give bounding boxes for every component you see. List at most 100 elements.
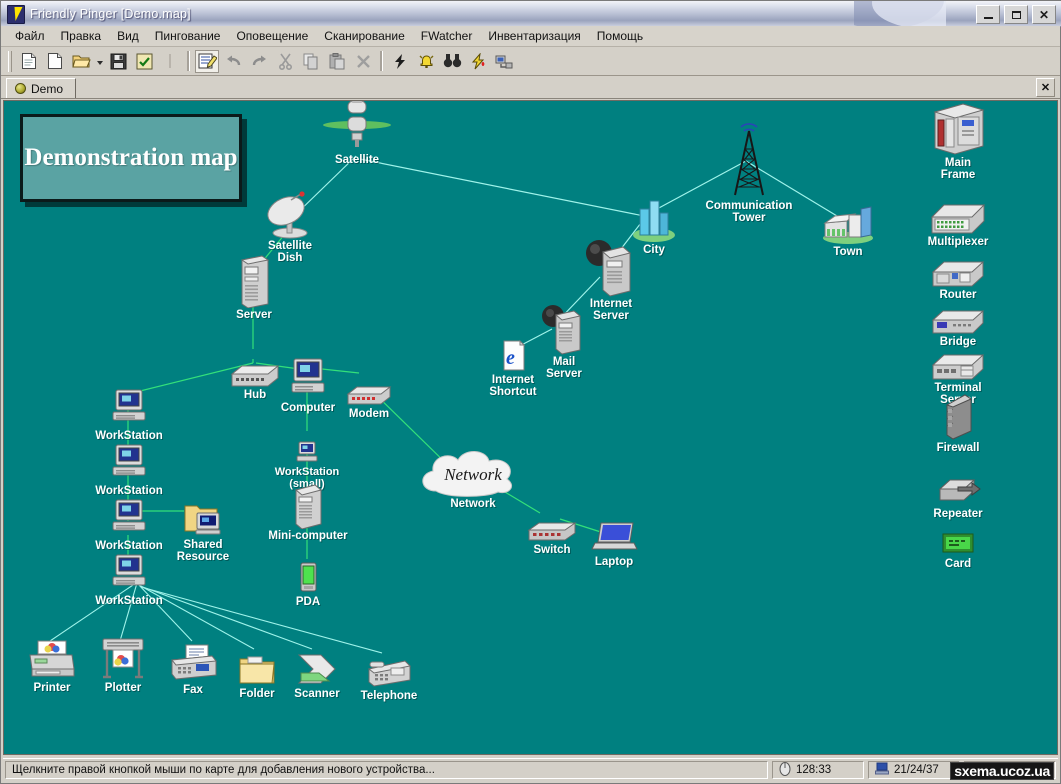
map-node-modem[interactable]: Modem: [321, 363, 417, 420]
menu-item-fwatcher[interactable]: FWatcher: [413, 27, 481, 45]
open-folder-icon[interactable]: [69, 50, 93, 73]
properties-icon[interactable]: [158, 50, 182, 73]
cut-icon[interactable]: [273, 50, 297, 73]
toolbar-separator: [187, 51, 190, 71]
title-bar: Friendly Pinger [Demo.map] ✕: [1, 1, 1061, 27]
menu-item-alerting[interactable]: Оповещение: [228, 27, 316, 45]
menu-item-inventory[interactable]: Инвентаризация: [480, 27, 588, 45]
menu-item-help[interactable]: Помощь: [589, 27, 651, 45]
alert-bell-icon[interactable]: [414, 50, 438, 73]
map-node-label: Communication Tower: [701, 200, 797, 224]
save-icon[interactable]: [106, 50, 130, 73]
delete-icon[interactable]: [351, 50, 375, 73]
town-icon: [800, 201, 896, 245]
save-checked-icon[interactable]: [132, 50, 156, 73]
router-icon: [910, 244, 1006, 288]
palette-item-label: Main Frame: [910, 157, 1006, 181]
status-mouse-panel: 128:33: [772, 761, 864, 779]
scan-lightning-icon[interactable]: [466, 50, 490, 73]
olive-dot-icon: [15, 83, 26, 94]
map-node-workstation-small[interactable]: WorkStation (small): [259, 421, 355, 490]
window-controls: ✕: [976, 5, 1056, 24]
tab-label: Demo: [31, 82, 63, 96]
close-button[interactable]: ✕: [1032, 5, 1056, 24]
tab-demo[interactable]: Demo: [6, 78, 76, 98]
workstation-icon: [81, 385, 177, 429]
tab-close-button[interactable]: ✕: [1036, 78, 1055, 97]
open-dropdown-icon[interactable]: [94, 50, 105, 73]
palette-item-main-frame[interactable]: Main Frame: [910, 112, 1006, 181]
map-node-label: PDA: [260, 596, 356, 608]
maximize-button[interactable]: [1004, 5, 1028, 24]
map-node-label: Shared Resource: [155, 539, 251, 563]
multiplexer-icon: [910, 191, 1006, 235]
map-node-communication-tower[interactable]: Communication Tower: [701, 155, 797, 224]
map-node-label: Telephone: [341, 690, 437, 702]
network-cloud-text: Network: [408, 465, 538, 485]
map-node-label: Modem: [321, 408, 417, 420]
titlebar-swoosh-decoration: [854, 1, 946, 26]
map-node-city[interactable]: City: [606, 199, 702, 256]
mini-computer-icon: [260, 485, 356, 529]
undo-icon[interactable]: [221, 50, 245, 73]
toolbar-grip[interactable]: [8, 51, 12, 72]
menu-item-file[interactable]: Файл: [7, 27, 53, 45]
toolbar: [1, 47, 1060, 76]
close-icon: ✕: [1039, 9, 1049, 21]
server-icon: [206, 264, 302, 308]
toolbar-separator-2: [380, 51, 383, 71]
menu-bar: Файл Правка Вид Пингование Оповещение Ск…: [1, 26, 1060, 47]
network-scan-icon[interactable]: [492, 50, 516, 73]
minimize-button[interactable]: [976, 5, 1000, 24]
map-node-label: Satellite: [309, 154, 405, 166]
new-document-icon[interactable]: [43, 50, 67, 73]
map-node-workstation-1[interactable]: WorkStation: [81, 385, 177, 442]
status-hint-text: Щелкните правой кнопкой мыши по карте дл…: [12, 764, 435, 776]
status-devices-panel: 21/24/37: [868, 761, 960, 779]
map-node-telephone[interactable]: Telephone: [341, 645, 437, 702]
map-surface: Demonstration map Satellite: [4, 101, 1057, 754]
tab-strip: Demo ✕: [1, 76, 1060, 99]
firewall-icon: [910, 397, 1006, 441]
map-node-pda[interactable]: PDA: [260, 551, 356, 608]
map-node-workstation-2[interactable]: WorkStation: [81, 440, 177, 497]
map-node-label: Laptop: [566, 556, 662, 568]
map-node-server[interactable]: Server: [206, 264, 302, 321]
palette-item-repeater[interactable]: Repeater: [910, 463, 1006, 520]
palette-item-card[interactable]: Card: [910, 513, 1006, 570]
menu-item-view[interactable]: Вид: [109, 27, 147, 45]
menu-item-pinging[interactable]: Пингование: [147, 27, 229, 45]
edit-list-icon[interactable]: [195, 50, 219, 73]
laptop-icon: [566, 511, 662, 555]
map-node-label: Mail Server: [516, 356, 612, 380]
map-node-mini-computer[interactable]: Mini-computer: [260, 485, 356, 542]
find-binoculars-icon[interactable]: [440, 50, 464, 73]
map-node-satellite[interactable]: Satellite: [309, 109, 405, 166]
copy-icon[interactable]: [299, 50, 323, 73]
redo-icon[interactable]: [247, 50, 271, 73]
palette-item-label: Card: [910, 558, 1006, 570]
palette-item-multiplexer[interactable]: Multiplexer: [910, 191, 1006, 248]
network-map-canvas[interactable]: Demonstration map Satellite: [3, 100, 1058, 755]
telephone-icon: [341, 645, 437, 689]
new-map-icon[interactable]: [17, 50, 41, 73]
map-node-town[interactable]: Town: [800, 201, 896, 258]
map-node-label: Server: [206, 309, 302, 321]
palette-item-firewall[interactable]: Firewall: [910, 397, 1006, 454]
computer-icon: [875, 762, 889, 778]
site-watermark: sxema.ucoz.ua: [950, 762, 1054, 780]
paste-icon[interactable]: [325, 50, 349, 73]
application-window: Friendly Pinger [Demo.map] ✕ Файл Правка…: [0, 0, 1061, 784]
map-node-label: Internet Server: [563, 298, 659, 322]
menu-item-edit[interactable]: Правка: [53, 27, 110, 45]
status-bar: Щелкните правой кнопкой мыши по карте дл…: [3, 758, 1058, 781]
map-node-label: WorkStation: [81, 595, 177, 607]
ping-lightning-icon[interactable]: [388, 50, 412, 73]
demonstration-map-label: Demonstration map: [20, 114, 242, 202]
demonstration-map-text: Demonstration map: [24, 143, 237, 173]
mouse-icon: [779, 762, 791, 779]
menu-item-scanning[interactable]: Сканирование: [316, 27, 412, 45]
map-node-shared-resource[interactable]: Shared Resource: [155, 494, 251, 563]
map-node-laptop[interactable]: Laptop: [566, 511, 662, 568]
map-node-internet-server[interactable]: Internet Server: [563, 253, 659, 322]
